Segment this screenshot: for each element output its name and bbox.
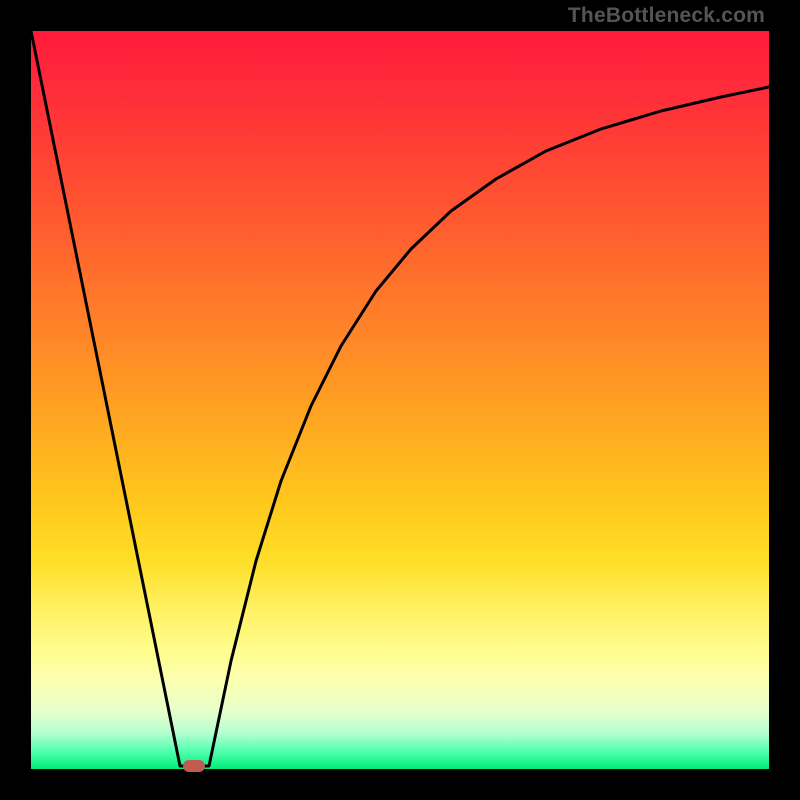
optimum-marker <box>183 760 205 772</box>
curve-path <box>31 31 769 766</box>
bottleneck-curve <box>31 31 769 769</box>
watermark-text: TheBottleneck.com <box>568 4 765 28</box>
